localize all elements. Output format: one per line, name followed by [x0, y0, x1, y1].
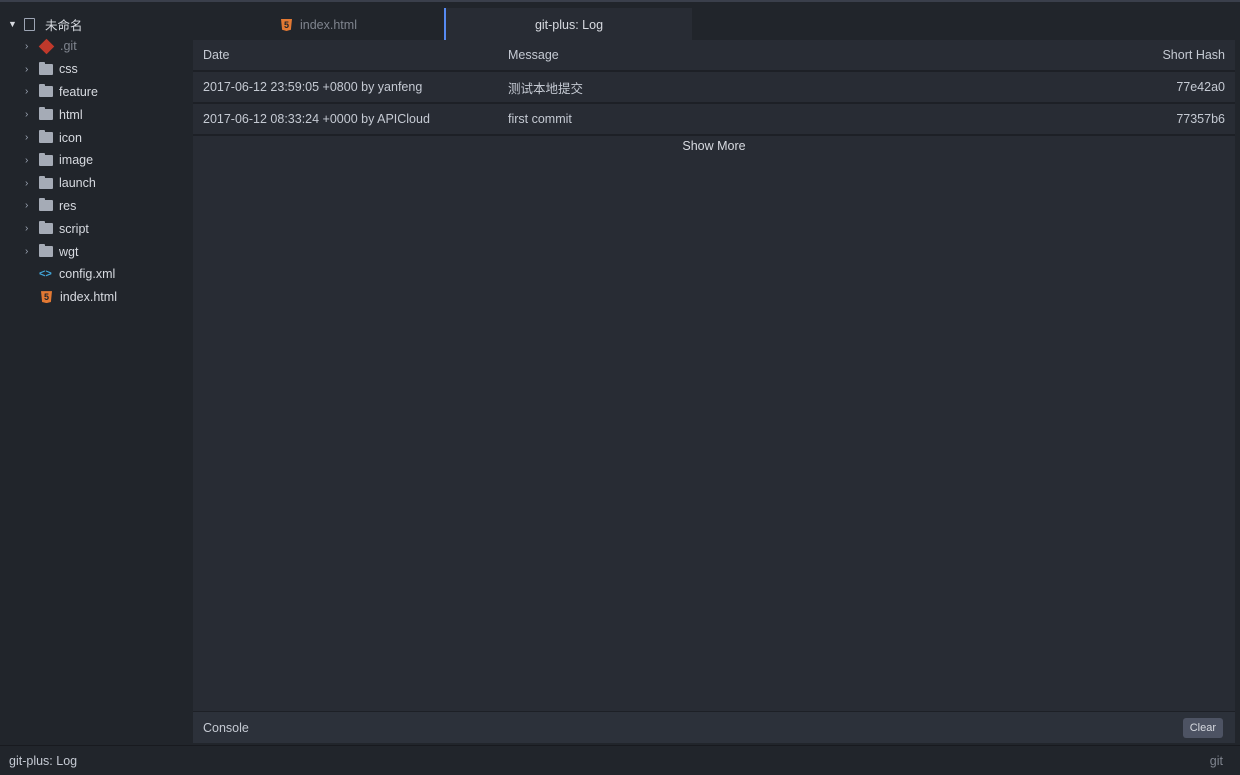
chevron-right-icon: › — [25, 177, 29, 189]
git-log-panel: Date Message Short Hash 2017-06-12 23:59… — [193, 40, 1235, 743]
chevron-right-icon: › — [25, 132, 29, 144]
html5-icon: 5 — [281, 19, 292, 31]
project-name: 未命名 — [45, 18, 83, 33]
tree-item-feature[interactable]: › feature — [0, 81, 192, 104]
show-more-button[interactable]: Show More — [193, 136, 1235, 153]
table-row[interactable]: 2017-06-12 23:59:05 +0800 by yanfeng 测试本… — [193, 72, 1235, 104]
commit-message: 测试本地提交 — [508, 81, 584, 96]
folder-icon — [39, 221, 53, 235]
clear-button[interactable]: Clear — [1182, 717, 1223, 738]
repo-icon — [24, 17, 35, 31]
tree-item-label: html — [59, 107, 83, 122]
tree-item-script[interactable]: › script — [0, 217, 192, 240]
tree-item-label: wgt — [59, 244, 79, 259]
chevron-down-icon: ▼ — [8, 19, 17, 29]
tab-bar: 5 index.html git-plus: Log — [192, 0, 1240, 42]
header-message: Message — [508, 48, 559, 62]
folder-icon — [39, 61, 53, 75]
folder-icon — [39, 152, 53, 166]
header-date: Date — [203, 48, 230, 62]
console-label: Console — [203, 720, 249, 735]
tree-item-label: image — [59, 153, 94, 168]
tree-item-label: index.html — [60, 290, 117, 305]
folder-icon — [39, 84, 53, 98]
status-bar: git-plus: Log git — [0, 745, 1240, 775]
tree-item-wgt[interactable]: › wgt — [0, 240, 192, 263]
commit-message: first commit — [508, 112, 572, 126]
table-row[interactable]: 2017-06-12 08:33:24 +0000 by APICloud fi… — [193, 104, 1235, 136]
tree-item-label: script — [59, 221, 89, 236]
chevron-right-icon: › — [25, 246, 29, 258]
tree-item-label: res — [59, 198, 77, 213]
chevron-right-icon: › — [25, 40, 29, 52]
folder-icon — [39, 130, 53, 144]
tree-item-res[interactable]: › res — [0, 195, 192, 218]
tree-item-label: config.xml — [59, 267, 116, 282]
tree-view: ▼ 未命名 › .git › css › feature › html › icon › image ›… — [0, 0, 192, 745]
tree-item-html[interactable]: › html — [0, 103, 192, 126]
tab-label: index.html — [300, 18, 357, 32]
tree-item-label: feature — [59, 84, 98, 99]
chevron-right-icon: › — [25, 86, 29, 98]
chevron-right-icon: › — [25, 109, 29, 121]
commit-hash: 77357b6 — [1176, 112, 1225, 126]
chevron-right-icon: › — [25, 200, 29, 212]
tree-item-label: icon — [59, 130, 82, 145]
commit-date: 2017-06-12 23:59:05 +0800 by yanfeng — [203, 80, 423, 94]
tree-item-launch[interactable]: › launch — [0, 172, 192, 195]
chevron-right-icon: › — [25, 154, 29, 166]
tree-item-image[interactable]: › image — [0, 149, 192, 172]
tree-item-indexhtml[interactable]: 5 index.html — [0, 286, 192, 309]
tree-item-git[interactable]: › .git — [0, 35, 192, 58]
project-root[interactable]: ▼ 未命名 — [0, 13, 192, 35]
tab-git-plus-log[interactable]: git-plus: Log — [444, 8, 692, 42]
tab-label: git-plus: Log — [534, 18, 604, 32]
html5-icon: 5 — [41, 291, 52, 304]
table-header: Date Message Short Hash — [193, 40, 1235, 72]
code-icon: <> — [39, 268, 52, 281]
folder-icon — [39, 198, 53, 212]
tree-item-label: launch — [59, 176, 96, 191]
tab-index-html[interactable]: 5 index.html — [192, 8, 444, 42]
header-hash: Short Hash — [1162, 48, 1225, 62]
folder-icon — [39, 244, 53, 258]
chevron-right-icon: › — [25, 223, 29, 235]
folder-icon — [39, 175, 53, 189]
tree-item-configxml[interactable]: <> config.xml — [0, 263, 192, 286]
git-icon — [38, 38, 55, 55]
tree-item-label: .git — [60, 39, 77, 54]
folder-icon — [39, 107, 53, 121]
status-git[interactable]: git — [1210, 754, 1223, 768]
commit-hash: 77e42a0 — [1176, 80, 1225, 94]
chevron-right-icon: › — [25, 63, 29, 75]
tree-item-icon[interactable]: › icon — [0, 126, 192, 149]
status-left[interactable]: git-plus: Log — [9, 754, 77, 768]
commit-date: 2017-06-12 08:33:24 +0000 by APICloud — [203, 112, 430, 126]
tree-item-label: css — [59, 62, 78, 77]
console-bar: Console Clear — [193, 711, 1235, 743]
tree-item-css[interactable]: › css — [0, 58, 192, 81]
